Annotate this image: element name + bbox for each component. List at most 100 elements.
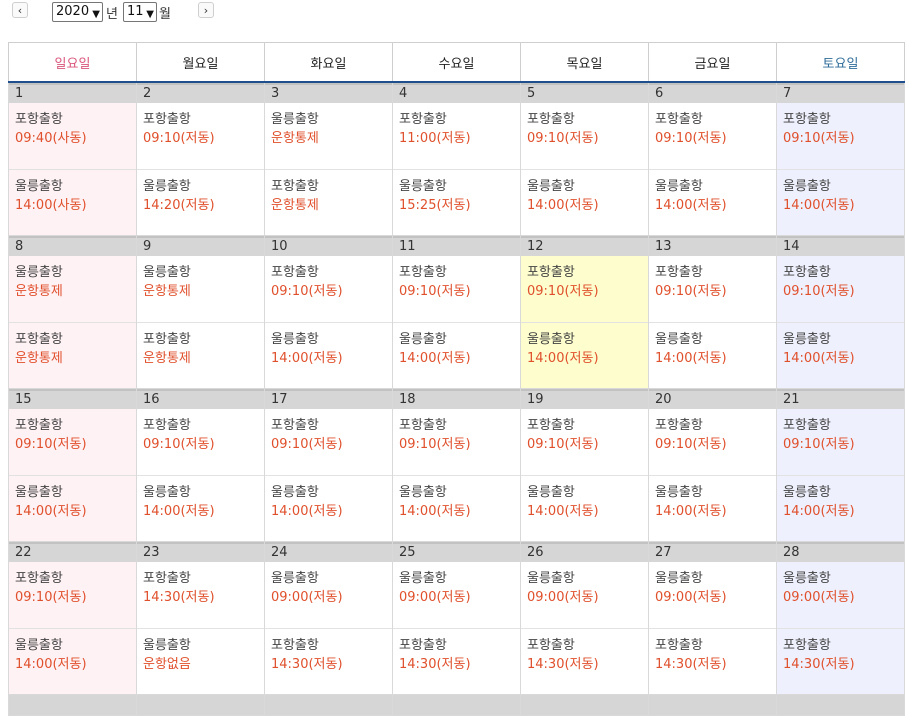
day-cell: 4 포항출항 11:00(저동) 울릉출항 15:25(저동) [392, 81, 521, 236]
trip-route: 포항출항 [399, 265, 447, 280]
trip-entry: 포항출항 운항통제 [265, 169, 392, 235]
trip-time: 09:00(저동) [271, 590, 343, 605]
trip-route: 포항출항 [271, 418, 319, 433]
day-number: 21 [777, 389, 904, 409]
trip-entry: 울릉출항 09:00(저동) [265, 562, 392, 628]
year-unit-label: 년 [106, 7, 118, 22]
weekday-header-saturday: 토요일 [776, 42, 905, 83]
trip-route: 울릉출항 [15, 179, 63, 194]
trip-route: 울릉출항 [399, 332, 447, 347]
trip-time: 14:30(저동) [399, 657, 471, 672]
trip-route: 포항출항 [527, 112, 575, 127]
day-number: 18 [393, 389, 520, 409]
trip-time: 운항통제 [143, 284, 191, 299]
trip-route: 울릉출항 [399, 571, 447, 586]
trip-entry: 포항출항 14:30(저동) [649, 628, 776, 694]
trip-route: 포항출항 [783, 418, 831, 433]
trip-route: 울릉출항 [143, 179, 191, 194]
trip-time: 14:00(저동) [527, 351, 599, 366]
weekday-header-friday: 금요일 [648, 42, 777, 83]
ferry-schedule-calendar: 일요일 월요일 화요일 수요일 목요일 금요일 토요일 1 포항출항 09:40(사… [8, 42, 905, 716]
trip-entry: 울릉출항 14:00(저동) [777, 475, 904, 541]
day-cell: 27 울릉출항 09:00(저동) 포항출항 14:30(저동) [648, 541, 777, 695]
trip-time: 09:00(저동) [399, 590, 471, 605]
trip-route: 울릉출항 [783, 485, 831, 500]
trip-route: 포항출항 [271, 265, 319, 280]
trip-time: 09:10(저동) [783, 131, 855, 146]
prev-month-button[interactable]: ‹ [12, 2, 28, 18]
trip-time: 09:10(저동) [655, 131, 727, 146]
trip-time: 09:00(저동) [783, 590, 855, 605]
trip-time: 09:10(저동) [527, 284, 599, 299]
trip-time: 14:30(저동) [271, 657, 343, 672]
day-cell: 8 울릉출항 운항통제 포항출항 운항통제 [8, 235, 137, 389]
day-cell: 14 포항출항 09:10(저동) 울릉출항 14:00(저동) [776, 235, 905, 389]
trip-entry: 포항출항 14:30(저동) [777, 628, 904, 694]
trip-route: 포항출항 [15, 571, 63, 586]
trip-time: 09:10(저동) [15, 437, 87, 452]
trip-entry: 포항출항 09:10(저동) [265, 409, 392, 475]
trip-time: 09:10(저동) [655, 284, 727, 299]
chevron-down-icon: ▼ [146, 9, 154, 20]
trip-time: 14:00(저동) [271, 351, 343, 366]
day-cell: 20 포항출항 09:10(저동) 울릉출항 14:00(저동) [648, 388, 777, 542]
trip-entry: 포항출항 09:10(저동) [9, 562, 136, 628]
day-cell: 6 포항출항 09:10(저동) 울릉출항 14:00(저동) [648, 81, 777, 236]
day-number: 1 [9, 83, 136, 103]
trip-entry: 울릉출항 운항없음 [137, 628, 264, 694]
week-row: 15 포항출항 09:10(저동) 울릉출항 14:00(저동) 16 포항출항 09:10(… [8, 388, 905, 542]
trip-route: 포항출항 [15, 418, 63, 433]
trip-entry: 울릉출항 09:00(저동) [649, 562, 776, 628]
trip-route: 포항출항 [143, 332, 191, 347]
trip-entry: 포항출항 09:10(저동) [521, 256, 648, 322]
next-month-button[interactable]: › [198, 2, 214, 18]
trip-time: 09:10(저동) [271, 284, 343, 299]
year-select-value: 2020 [56, 4, 90, 19]
trip-route: 포항출항 [271, 179, 319, 194]
trip-route: 포항출항 [527, 265, 575, 280]
day-cell-partial [776, 694, 905, 716]
day-cell: 26 울릉출항 09:00(저동) 포항출항 14:30(저동) [520, 541, 649, 695]
calendar-navigation: ‹ 2020 ▼ 년 11 ▼ 월 › [0, 0, 909, 30]
chevron-right-icon: › [203, 4, 209, 17]
trip-time: 15:25(저동) [399, 198, 471, 213]
trip-entry: 울릉출항 14:00(저동) [393, 475, 520, 541]
day-number: 26 [521, 542, 648, 562]
day-number: 13 [649, 236, 776, 256]
trip-entry: 포항출항 09:10(저동) [137, 103, 264, 169]
day-number: 15 [9, 389, 136, 409]
day-number: 23 [137, 542, 264, 562]
week-row: 8 울릉출항 운항통제 포항출항 운항통제 9 울릉출항 운항통제 포항출항 운항통제 10 포항출항… [8, 235, 905, 389]
trip-time: 09:10(저동) [143, 437, 215, 452]
day-cell-partial [264, 694, 393, 716]
trip-route: 포항출항 [143, 418, 191, 433]
month-select[interactable]: 11 ▼ [123, 2, 157, 22]
trip-entry: 포항출항 09:10(저동) [393, 409, 520, 475]
trip-time: 14:00(저동) [143, 504, 215, 519]
day-number: 16 [137, 389, 264, 409]
trip-route: 포항출항 [399, 112, 447, 127]
week-row-partial [8, 694, 905, 716]
day-cell-partial [136, 694, 265, 716]
trip-route: 울릉출항 [271, 571, 319, 586]
trip-route: 울릉출항 [399, 179, 447, 194]
trip-route: 포항출항 [527, 638, 575, 653]
trip-time: 14:00(저동) [655, 504, 727, 519]
trip-time: 14:30(저동) [655, 657, 727, 672]
trip-route: 울릉출항 [15, 265, 63, 280]
day-cell-partial [8, 694, 137, 716]
day-number: 9 [137, 236, 264, 256]
weekday-header-row: 일요일 월요일 화요일 수요일 목요일 금요일 토요일 [8, 42, 905, 83]
day-cell: 15 포항출항 09:10(저동) 울릉출항 14:00(저동) [8, 388, 137, 542]
day-cell: 7 포항출항 09:10(저동) 울릉출항 14:00(저동) [776, 81, 905, 236]
day-cell: 19 포항출항 09:10(저동) 울릉출항 14:00(저동) [520, 388, 649, 542]
trip-time: 09:10(저동) [527, 131, 599, 146]
day-number-strip [393, 695, 520, 715]
trip-time: 09:10(저동) [655, 437, 727, 452]
week-row: 22 포항출항 09:10(저동) 울릉출항 14:00(저동) 23 포항출항 14:30(… [8, 541, 905, 695]
year-select[interactable]: 2020 ▼ [52, 2, 103, 22]
trip-route: 울릉출항 [655, 179, 703, 194]
trip-time: 09:10(저동) [143, 131, 215, 146]
day-number-strip [9, 695, 136, 715]
trip-time: 09:10(저동) [783, 437, 855, 452]
